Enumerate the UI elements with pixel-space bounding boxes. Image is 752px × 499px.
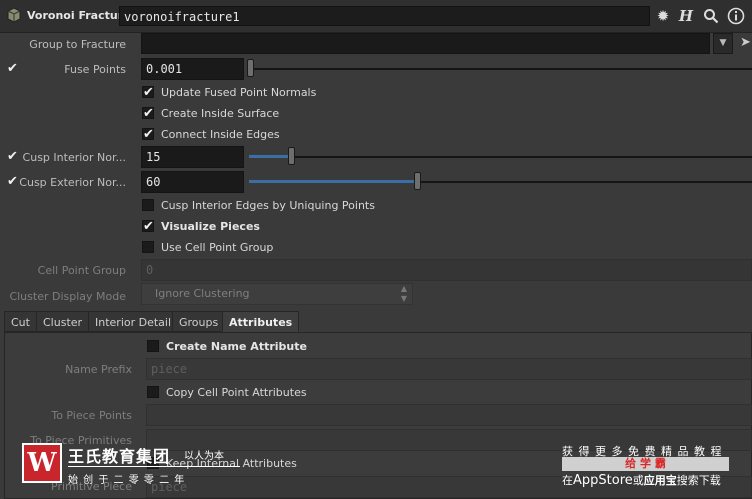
updown-arrows-icon: ▲ ▼ [400, 284, 407, 303]
gear-icon[interactable]: ✹ [654, 6, 672, 26]
create-inside-label: Create Inside Surface [161, 107, 280, 120]
promo-bottom-yyb: 应用宝 [643, 474, 677, 487]
cusp-uniquing-checkbox[interactable] [142, 199, 154, 211]
fuse-points-slider-handle[interactable] [247, 59, 254, 77]
voronoi-node-icon [7, 7, 21, 23]
create-inside-checkbox[interactable]: ✔ [142, 107, 154, 120]
copy-cell-attr-checkbox[interactable] [147, 386, 159, 398]
to-piece-points-input[interactable] [146, 404, 752, 426]
node-name-field[interactable]: voronoifracture1 [119, 6, 650, 26]
name-prefix-input[interactable]: piece [146, 358, 752, 380]
cusp-interior-slider-fill [249, 155, 291, 158]
group-to-fracture-label: Group to Fracture [29, 38, 126, 51]
select-arrow-icon[interactable]: ➤ [740, 35, 751, 50]
cell-point-group-input[interactable]: 0 [141, 259, 752, 281]
promo-badge-text: 给 学 霸 [625, 457, 666, 470]
cusp-exterior-label: Cusp Exterior Nor... [19, 176, 126, 189]
fuse-points-label: Fuse Points [64, 63, 126, 76]
promo-bottom-part-1: 在 [562, 474, 573, 487]
promo-badge-bar: 给 学 霸 [562, 457, 729, 471]
to-piece-points-label: To Piece Points [51, 409, 132, 422]
cluster-display-mode-label: Cluster Display Mode [9, 290, 126, 303]
help-h-icon[interactable]: H [677, 6, 695, 26]
cusp-interior-input[interactable]: 15 [141, 146, 244, 168]
info-icon[interactable] [727, 7, 745, 25]
tab-groups[interactable]: Groups [172, 311, 226, 332]
update-fused-label: Update Fused Point Normals [161, 86, 317, 99]
create-name-attr-label: Create Name Attribute [166, 340, 307, 353]
visualize-pieces-checkbox[interactable]: ✔ [142, 220, 154, 233]
promo-bottom-part-3: 或 [632, 474, 644, 487]
tab-interior-detail[interactable]: Interior Detail [88, 311, 179, 332]
cluster-display-mode-value: Ignore Clustering [155, 287, 250, 300]
cusp-exterior-input[interactable]: 60 [141, 171, 244, 193]
search-icon[interactable] [703, 8, 719, 24]
update-fused-checkbox[interactable]: ✔ [142, 86, 154, 99]
name-prefix-label: Name Prefix [65, 363, 132, 376]
node-type-label: Voronoi Fracture [27, 9, 131, 22]
tab-cluster[interactable]: Cluster [36, 311, 90, 332]
cusp-uniquing-label: Cusp Interior Edges by Uniquing Points [161, 199, 375, 212]
group-dropdown-button[interactable]: ▼ [713, 33, 733, 54]
fuse-points-slider-track[interactable] [249, 68, 752, 70]
parameter-header: Voronoi Fracture voronoifracture1 ✹ H [0, 0, 752, 33]
visualize-pieces-label: Visualize Pieces [161, 220, 260, 233]
cusp-interior-slider-track[interactable] [249, 156, 752, 158]
use-cell-group-label: Use Cell Point Group [161, 241, 274, 254]
cusp-exterior-slider-handle[interactable] [414, 172, 421, 190]
create-name-attr-checkbox[interactable] [147, 340, 159, 352]
promo-bottom-appstore: AppStore [573, 473, 633, 488]
use-cell-group-checkbox[interactable] [142, 241, 154, 253]
cusp-interior-label: Cusp Interior Nor... [22, 151, 126, 164]
promo-bottom-text: 在AppStore或应用宝搜索下载 [562, 472, 721, 488]
copy-cell-attr-label: Copy Cell Point Attributes [166, 386, 307, 399]
connect-inside-label: Connect Inside Edges [161, 128, 280, 141]
tab-attributes[interactable]: Attributes [222, 311, 300, 332]
fuse-points-input[interactable]: 0.001 [141, 58, 244, 80]
cusp-interior-slider-handle[interactable] [288, 147, 295, 165]
watermark-brand: 王氏教育集团 [68, 447, 171, 466]
connect-inside-checkbox[interactable]: ✔ [142, 128, 154, 141]
watermark-logo: W [22, 443, 62, 483]
cluster-display-mode-select[interactable]: Ignore Clustering ▲ ▼ [141, 283, 413, 305]
cusp-exterior-slider-fill [249, 180, 417, 183]
watermark-divider [68, 466, 240, 467]
promo-bottom-part-5: 搜索下载 [676, 474, 721, 487]
tab-cut[interactable]: Cut [4, 311, 37, 332]
watermark-slogan: 以人为本 [184, 451, 224, 462]
group-to-fracture-input[interactable] [141, 33, 710, 54]
cell-point-group-label: Cell Point Group [37, 264, 126, 277]
watermark-subline: 始 创 于 二 零 零 二 年 [68, 475, 186, 486]
